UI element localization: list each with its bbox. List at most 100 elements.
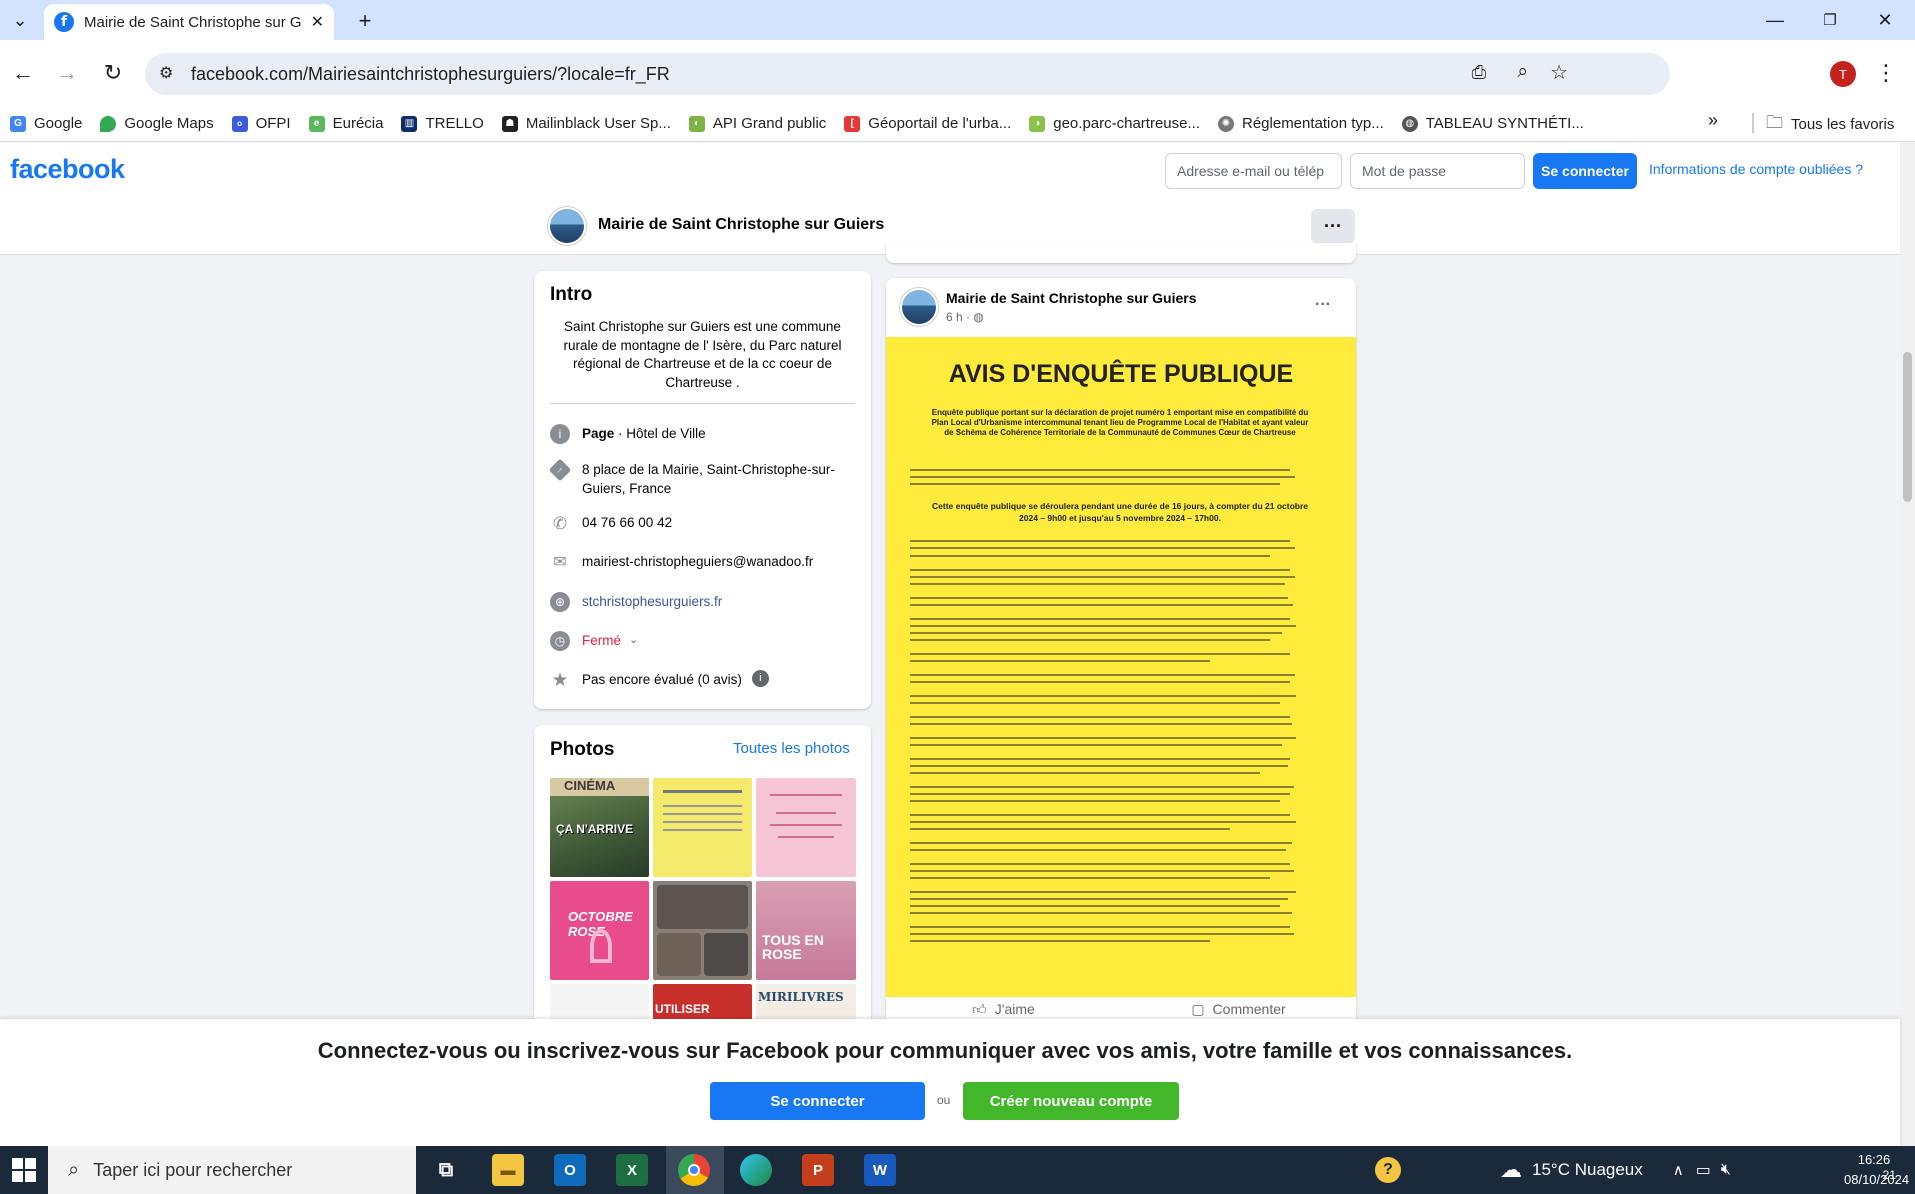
install-app-icon[interactable]: ⎙ [1472, 62, 1486, 83]
bookmark-star-icon[interactable]: ☆ [1550, 60, 1568, 85]
poster-text-line [910, 772, 1260, 774]
browser-tab[interactable]: f Mairie de Saint Christophe sur G ✕ [44, 4, 334, 40]
poster-text-line [910, 653, 1290, 655]
address-bar[interactable]: ⚙ facebook.com/Mairiesaintchristophesurg… [145, 53, 1670, 95]
word-icon[interactable]: W [864, 1154, 896, 1186]
facebook-favicon-icon: f [54, 12, 74, 32]
close-window-icon[interactable]: ✕ [1870, 6, 1900, 34]
bookmark-geo-parc[interactable]: ◑ geo.parc-chartreuse... [1029, 115, 1200, 132]
poster-text-line [910, 786, 1294, 788]
taskbar-search[interactable]: ⌕ Taper ici pour rechercher [48, 1146, 416, 1194]
bookmark-eurecia[interactable]: e Eurécia [308, 115, 383, 132]
page-title[interactable]: Mairie de Saint Christophe sur Guiers [598, 216, 884, 234]
chrome-icon[interactable] [678, 1154, 710, 1186]
minimize-icon[interactable]: — [1760, 6, 1790, 34]
post-more-button[interactable]: ··· [1315, 296, 1331, 314]
more-bookmarks-icon[interactable]: » [1708, 110, 1718, 131]
photo-mirilivres[interactable]: MIRILIVRES [756, 984, 856, 1020]
new-tab-plus-icon[interactable]: + [350, 6, 380, 36]
zoom-icon[interactable]: ⌕ [1517, 61, 1528, 83]
restore-icon[interactable]: ❐ [1815, 6, 1845, 34]
photo-pink-flyer[interactable] [756, 778, 856, 877]
scrollbar-thumb[interactable] [1903, 352, 1912, 502]
page-scrollbar[interactable] [1900, 143, 1915, 1146]
photo-tous-en-rose[interactable]: TOUS EN ROSE [756, 881, 856, 980]
header-login-button[interactable]: Se connecter [1533, 153, 1637, 189]
facebook-logo[interactable]: facebook [10, 154, 125, 185]
overlay-or-text: ou [937, 1093, 951, 1107]
info-icon: i [550, 424, 570, 444]
poster-text-line [910, 863, 1290, 865]
weather-text[interactable]: 15°C Nuageux [1532, 1160, 1643, 1180]
poster-text-line [910, 597, 1288, 599]
photo-document[interactable] [550, 984, 649, 1020]
email-input[interactable]: Adresse e-mail ou télép [1165, 153, 1342, 189]
powerpoint-icon[interactable]: P [802, 1154, 834, 1186]
post-timestamp[interactable]: 6 h · ◍ [946, 310, 984, 324]
bookmark-api-grand-public[interactable]: ◐ API Grand public [688, 115, 826, 132]
post-actions: 👍︎ J'aime ▢ Commenter [886, 997, 1356, 1021]
create-account-button[interactable]: Créer nouveau compte [963, 1082, 1179, 1120]
bookmark-google-maps[interactable]: Google Maps [100, 115, 214, 132]
eurecia-icon: e [308, 115, 325, 132]
url-text: facebook.com/Mairiesaintchristophesurgui… [191, 63, 670, 84]
volume-muted-icon[interactable]: 🔇︎ [1721, 1161, 1731, 1179]
site-settings-icon[interactable]: ⚙ [159, 63, 173, 83]
all-photos-link[interactable]: Toutes les photos [733, 740, 850, 757]
notifications-icon[interactable]: 21 [1868, 1156, 1896, 1182]
page-more-button[interactable]: ··· [1311, 209, 1355, 243]
help-icon[interactable]: ? [1375, 1157, 1401, 1183]
post-author-avatar[interactable] [900, 288, 938, 326]
password-input[interactable]: Mot de passe [1350, 153, 1525, 189]
ofpi-icon: o [231, 115, 248, 132]
reload-icon[interactable]: ↻ [98, 58, 128, 88]
all-bookmarks-folder[interactable]: 🗀 Tous les favoris [1766, 110, 1894, 139]
gear-icon: ✺ [1218, 115, 1234, 132]
chevron-up-icon[interactable]: ∧ [1673, 1161, 1684, 1179]
bookmark-tableau[interactable]: ◍ TABLEAU SYNTHÉTI... [1401, 115, 1584, 132]
poster-text-line [910, 483, 1280, 485]
intro-hours-row[interactable]: ◷ Fermé ⌄ [550, 631, 855, 651]
photo-avis-yellow[interactable] [653, 778, 752, 877]
rating-info-icon[interactable]: i [751, 670, 769, 687]
website-link[interactable]: stchristophesurguiers.fr [582, 592, 722, 611]
photo-cinema[interactable]: CINÉMA ÇA N'ARRIVE [550, 778, 649, 877]
poster-text-line [910, 555, 1270, 557]
tab-search-chevron-icon[interactable]: ⌄ [6, 6, 34, 34]
forward-arrow-icon[interactable]: → [52, 58, 82, 88]
photo-octobre-rose[interactable]: OCTOBRE ROSE [550, 881, 649, 980]
profile-avatar[interactable]: T [1830, 61, 1856, 87]
bookmark-reglementation[interactable]: ✺ Réglementation typ... [1218, 115, 1384, 132]
outlook-icon[interactable]: O [554, 1154, 586, 1186]
previous-post-bottom [886, 243, 1356, 263]
excel-icon[interactable]: X [616, 1154, 648, 1186]
network-icon[interactable]: ▭ [1696, 1160, 1711, 1180]
windows-start-icon[interactable] [12, 1158, 36, 1182]
geoportail-icon: [ [844, 115, 861, 132]
comment-button[interactable]: ▢ Commenter [1121, 997, 1356, 1021]
forgot-account-link[interactable]: Informations de compte oubliées ? [1649, 161, 1863, 177]
file-explorer-icon[interactable]: ▬ [492, 1154, 524, 1186]
globe-icon: ⊕ [550, 592, 570, 612]
bookmark-google[interactable]: G Google [10, 115, 82, 132]
photo-utiliser[interactable]: UTILISER [653, 984, 752, 1020]
back-arrow-icon[interactable]: ← [8, 58, 38, 88]
edge-icon[interactable] [740, 1154, 772, 1186]
chevron-down-icon[interactable]: ⌄ [629, 631, 638, 650]
bookmark-ofpi[interactable]: o OFPI [231, 115, 291, 132]
poster-text-line [910, 758, 1290, 760]
phone-icon: ✆ [552, 513, 568, 533]
bookmark-geoportail[interactable]: [Géoportail de l'urba... [844, 115, 1011, 132]
post-author[interactable]: Mairie de Saint Christophe sur Guiers [946, 290, 1197, 306]
chrome-menu-icon[interactable]: ⋮ [1874, 58, 1898, 88]
close-tab-icon[interactable]: ✕ [311, 12, 324, 32]
like-button[interactable]: 👍︎ J'aime [886, 997, 1121, 1021]
poster-text-line [910, 765, 1288, 767]
photo-collage[interactable] [653, 881, 752, 980]
intro-website-row: ⊕ stchristophesurguiers.fr [550, 592, 855, 612]
bookmark-mailinblack[interactable]: ☗ Mailinblack User Sp... [501, 115, 671, 132]
bookmark-trello[interactable]: ▥ TRELLO [401, 115, 484, 132]
page-avatar[interactable] [548, 207, 586, 245]
task-view-icon[interactable]: ⧉ [430, 1154, 462, 1186]
overlay-login-button[interactable]: Se connecter [710, 1082, 925, 1120]
